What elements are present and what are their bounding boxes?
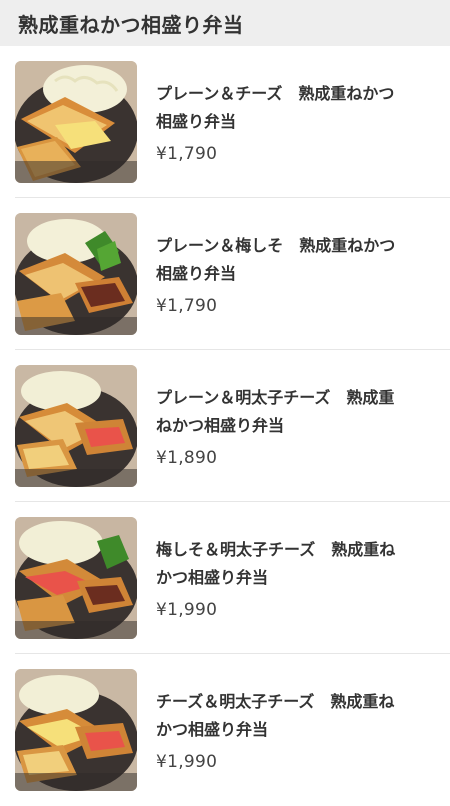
item-price: ¥1,890 bbox=[156, 448, 218, 468]
item-name: 梅しそ＆明太子チーズ 熟成重ねかつ相盛り弁当 bbox=[156, 540, 396, 587]
item-name: プレーン＆梅しそ 熟成重ねかつ相盛り弁当 bbox=[156, 236, 396, 283]
item-price: ¥1,990 bbox=[156, 752, 218, 772]
item-photo bbox=[15, 365, 137, 487]
section-header: 熟成重ねかつ相盛り弁当 bbox=[0, 0, 450, 46]
item-photo bbox=[15, 669, 137, 791]
item-photo bbox=[15, 517, 137, 639]
item-price: ¥1,990 bbox=[156, 600, 218, 620]
menu-item[interactable]: プレーン＆明太子チーズ 熟成重ねかつ相盛り弁当 ¥1,890 bbox=[0, 350, 450, 502]
menu-item[interactable]: プレーン＆チーズ 熟成重ねかつ相盛り弁当 ¥1,790 bbox=[0, 46, 450, 198]
menu-item[interactable]: 梅しそ＆明太子チーズ 熟成重ねかつ相盛り弁当 ¥1,990 bbox=[0, 502, 450, 654]
item-name: プレーン＆チーズ 熟成重ねかつ相盛り弁当 bbox=[156, 84, 395, 131]
item-name: プレーン＆明太子チーズ 熟成重ねかつ相盛り弁当 bbox=[156, 388, 395, 435]
item-name: チーズ＆明太子チーズ 熟成重ねかつ相盛り弁当 bbox=[156, 692, 395, 739]
section-title: 熟成重ねかつ相盛り弁当 bbox=[18, 12, 244, 37]
item-photo bbox=[15, 61, 137, 183]
item-price: ¥1,790 bbox=[156, 296, 218, 316]
item-price: ¥1,790 bbox=[156, 144, 218, 164]
menu-item[interactable]: プレーン＆梅しそ 熟成重ねかつ相盛り弁当 ¥1,790 bbox=[0, 198, 450, 350]
item-photo bbox=[15, 213, 137, 335]
menu-item[interactable]: チーズ＆明太子チーズ 熟成重ねかつ相盛り弁当 ¥1,990 bbox=[0, 654, 450, 806]
menu-list: プレーン＆チーズ 熟成重ねかつ相盛り弁当 ¥1,790 プレーン＆梅しそ 熟成重… bbox=[0, 46, 450, 806]
